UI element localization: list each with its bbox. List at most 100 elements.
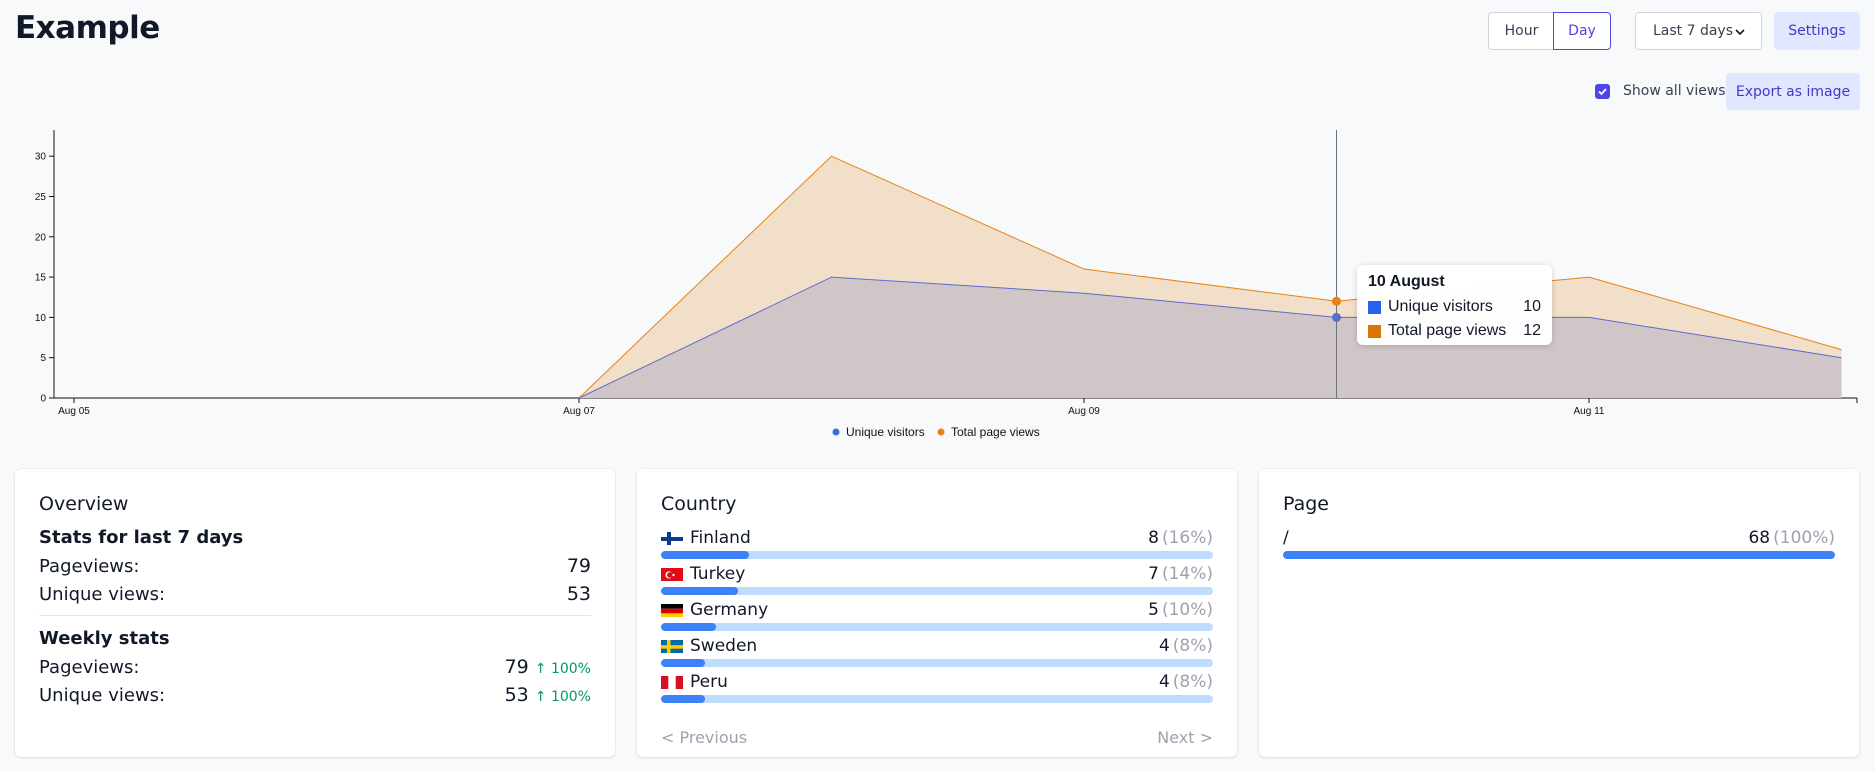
country-percent: (16%)	[1161, 528, 1213, 548]
tooltip-row-total: Total page views 12	[1368, 319, 1541, 343]
x-tick-label: Aug 11	[1574, 406, 1605, 417]
country-row: Sweden 4 (8%)	[661, 635, 1213, 671]
country-bar-fill	[661, 551, 750, 559]
weekly-unique-row: Unique views: 53 ↑ 100%	[39, 681, 591, 709]
tooltip-value-unique: 10	[1523, 298, 1541, 315]
country-bar	[661, 623, 1213, 631]
page-row: / 68 (100%)	[1283, 527, 1835, 563]
stats-heading: Stats for last 7 days	[39, 527, 244, 548]
finland-flag-icon	[661, 531, 683, 545]
hover-point	[1332, 312, 1341, 322]
pageviews-value: 79	[566, 555, 591, 577]
country-count: 4	[1158, 636, 1170, 656]
country-bar-fill	[661, 623, 717, 631]
weekly-pageviews-value: 79	[504, 656, 529, 678]
next-button[interactable]: Next >	[1157, 728, 1213, 747]
legend-dot	[832, 428, 840, 436]
country-list: Finland 8 (16%) Turkey 7 (14%) Germany 5 (10%) Sw…	[661, 527, 1213, 707]
country-count: 7	[1148, 564, 1159, 584]
unique-views-label: Unique views:	[39, 583, 166, 605]
hour-toggle-button[interactable]: Hour	[1488, 12, 1554, 50]
y-tick-label: 20	[35, 232, 47, 243]
country-bar	[661, 551, 1213, 559]
show-all-views-label: Show all views	[1623, 83, 1726, 99]
y-tick-label: 0	[40, 394, 46, 405]
weekly-pageviews-row: Pageviews: 79 ↑ 100%	[39, 653, 591, 681]
weekly-unique-value: 53	[504, 684, 529, 706]
country-percent: (14%)	[1161, 564, 1213, 584]
country-bar	[661, 659, 1213, 667]
country-row: Turkey 7 (14%)	[661, 563, 1213, 599]
date-range-label: Last 7 days	[1653, 23, 1734, 39]
legend-dot	[937, 428, 945, 436]
germany-flag-icon	[661, 603, 683, 617]
country-count: 8	[1148, 528, 1159, 548]
weekly-unique-trend: ↑ 100%	[534, 689, 591, 705]
chart-tooltip: 10 August Unique visitors 10 Total page …	[1357, 265, 1552, 345]
country-percent: (8%)	[1172, 672, 1213, 692]
unique-views-value: 53	[566, 583, 591, 605]
tooltip-swatch-unique	[1368, 300, 1381, 314]
chevron-down-icon	[1735, 29, 1745, 36]
page-path: /	[1283, 528, 1289, 548]
x-tick-label: Aug 05	[58, 406, 90, 417]
tooltip-swatch-total	[1368, 324, 1381, 338]
tooltip-label-total: Total page views	[1388, 322, 1507, 339]
peru-flag-icon	[661, 675, 683, 689]
tooltip-label-unique: Unique visitors	[1388, 298, 1493, 315]
country-bar	[661, 587, 1213, 595]
hover-point	[1332, 296, 1341, 306]
turkey-flag-icon	[661, 567, 683, 581]
country-percent: (10%)	[1161, 600, 1213, 620]
y-tick-label: 5	[40, 353, 46, 364]
x-tick-label: Aug 09	[1068, 406, 1100, 417]
tooltip-value-total: 12	[1523, 322, 1541, 339]
date-range-select[interactable]: Last 7 days	[1635, 12, 1762, 50]
overview-divider	[39, 615, 591, 616]
unique-views-row: Unique views: 53	[39, 580, 591, 608]
page-bar	[1283, 551, 1835, 559]
page-title: Example	[15, 10, 160, 46]
sweden-flag-icon	[661, 639, 683, 653]
checkbox-checked-icon[interactable]	[1595, 83, 1610, 99]
country-count: 5	[1148, 600, 1159, 620]
overview-card: Overview Stats for last 7 days Pageviews…	[15, 469, 615, 757]
page-percent: (100%)	[1773, 528, 1835, 548]
page-count: 68	[1748, 528, 1771, 548]
traffic-chart[interactable]: 0 5 10 15 20 25 30 Aug 05 Aug 07 Aug 09 Aug 11 Uniq…	[0, 120, 1875, 450]
country-row: Peru 4 (8%)	[661, 671, 1213, 707]
page-list: / 68 (100%)	[1283, 527, 1835, 563]
country-row: Germany 5 (10%)	[661, 599, 1213, 635]
day-toggle-button[interactable]: Day	[1553, 12, 1611, 50]
show-all-views-toggle[interactable]: Show all views	[1595, 83, 1726, 99]
settings-button[interactable]: Settings	[1774, 12, 1860, 50]
tooltip-title: 10 August	[1368, 273, 1445, 290]
country-count: 4	[1158, 672, 1170, 692]
country-name: Sweden	[690, 636, 758, 656]
weekly-unique-label: Unique views:	[39, 684, 166, 706]
weekly-pageviews-label: Pageviews:	[39, 656, 140, 678]
weekly-pageviews-trend: ↑ 100%	[534, 661, 591, 677]
country-bar-fill	[661, 695, 706, 703]
previous-button[interactable]: < Previous	[661, 728, 747, 747]
pageviews-label: Pageviews:	[39, 555, 140, 577]
overview-title: Overview	[39, 493, 129, 515]
y-tick-label: 30	[35, 152, 47, 163]
toolbar-divider	[1762, 12, 1763, 50]
page-title-card: Page	[1283, 493, 1329, 515]
export-image-button[interactable]: Export as image	[1726, 73, 1860, 110]
y-tick-label: 25	[35, 192, 47, 203]
page-card: Page / 68 (100%)	[1259, 469, 1859, 757]
y-tick-label: 10	[35, 313, 47, 324]
country-name: Peru	[690, 672, 728, 692]
country-card: Country Finland 8 (16%) Turkey 7 (14%) Germany…	[637, 469, 1237, 757]
page-bar-fill	[1283, 551, 1835, 559]
pageviews-row: Pageviews: 79	[39, 552, 591, 580]
tooltip-row-unique: Unique visitors 10	[1368, 295, 1541, 319]
legend-label: Total page views	[951, 425, 1040, 439]
country-name: Turkey	[690, 564, 746, 584]
country-pager: < Previous Next >	[661, 728, 1213, 747]
y-tick-label: 15	[35, 273, 47, 284]
country-name: Germany	[690, 600, 769, 620]
weekly-heading: Weekly stats	[39, 628, 170, 649]
